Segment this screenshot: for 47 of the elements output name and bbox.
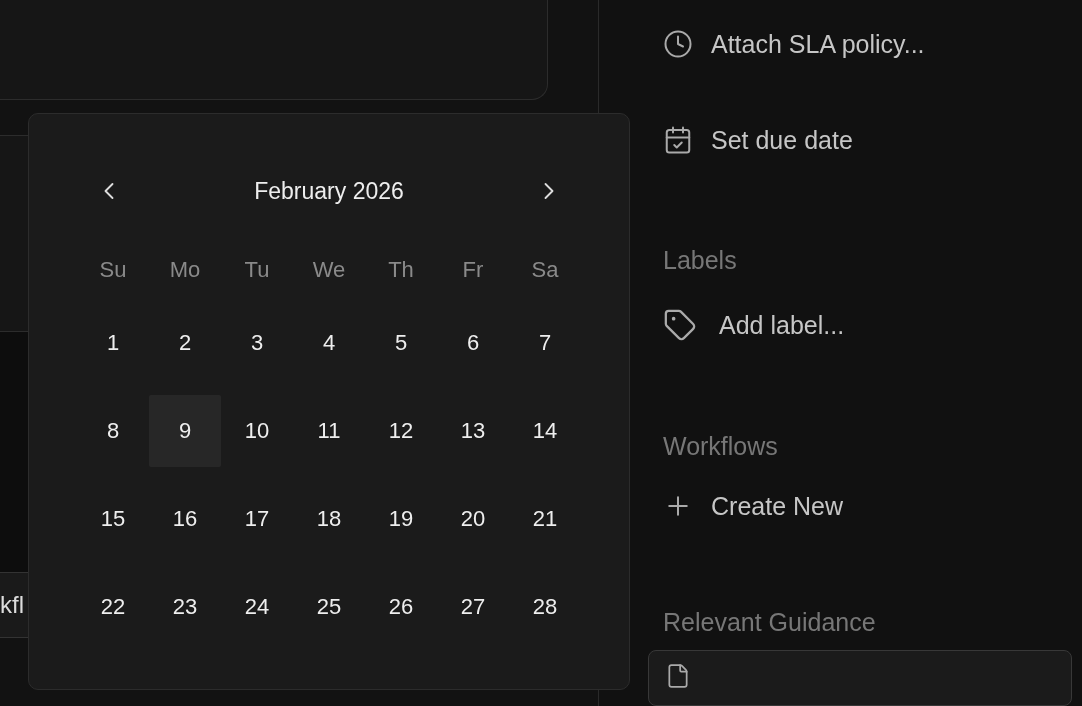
calendar-day[interactable]: 3 xyxy=(221,307,293,379)
sidebar-action[interactable]: Add label... xyxy=(663,308,1072,342)
calendar-day[interactable]: 8 xyxy=(77,395,149,467)
weekday-label: Mo xyxy=(168,256,202,284)
calendar-day[interactable]: 18 xyxy=(293,483,365,555)
calendar-day[interactable]: 28 xyxy=(509,571,581,643)
calendar-day[interactable]: 23 xyxy=(149,571,221,643)
calendar-day[interactable]: 10 xyxy=(221,395,293,467)
calendar-day[interactable]: 5 xyxy=(365,307,437,379)
clock-icon xyxy=(663,29,693,59)
calendar-day[interactable]: 7 xyxy=(509,307,581,379)
calendar-day[interactable]: 6 xyxy=(437,307,509,379)
calendar-day[interactable]: 24 xyxy=(221,571,293,643)
tag-icon xyxy=(663,308,697,342)
section-heading: Relevant Guidance xyxy=(663,607,877,637)
weekday-label: We xyxy=(311,256,347,284)
calendar-day[interactable]: 11 xyxy=(293,395,365,467)
calendar-icon xyxy=(663,125,693,155)
weekday-label: Th xyxy=(387,256,415,284)
calendar-day[interactable]: 13 xyxy=(437,395,509,467)
calendar-day[interactable]: 27 xyxy=(437,571,509,643)
calendar-day[interactable]: 9 xyxy=(149,395,221,467)
section-heading: Labels xyxy=(663,245,738,275)
calendar-day[interactable]: 26 xyxy=(365,571,437,643)
document-icon xyxy=(665,663,691,689)
sidebar-action[interactable]: Attach SLA policy... xyxy=(663,28,1072,60)
sidebar-action[interactable]: Set due date xyxy=(663,124,1072,156)
calendar-day[interactable]: 21 xyxy=(509,483,581,555)
calendar-day[interactable]: 25 xyxy=(293,571,365,643)
calendar-day[interactable]: 15 xyxy=(77,483,149,555)
month-title: February 2026 xyxy=(254,177,404,205)
calendar-day[interactable]: 20 xyxy=(437,483,509,555)
calendar-day[interactable]: 19 xyxy=(365,483,437,555)
calendar-day[interactable]: 22 xyxy=(77,571,149,643)
calendar-day[interactable]: 14 xyxy=(509,395,581,467)
calendar-day[interactable]: 1 xyxy=(77,307,149,379)
section-heading: Workflows xyxy=(663,431,779,461)
sidebar-action[interactable]: Create New xyxy=(663,490,1072,522)
calendar-day[interactable]: 2 xyxy=(149,307,221,379)
weekday-label: Fr xyxy=(461,256,485,284)
weekday-label: Sa xyxy=(530,256,560,284)
weekday-label: Tu xyxy=(243,256,271,284)
calendar-day[interactable]: 16 xyxy=(149,483,221,555)
calendar-day[interactable]: 4 xyxy=(293,307,365,379)
calendar-day[interactable]: 12 xyxy=(365,395,437,467)
weekday-label: Su xyxy=(98,256,128,284)
calendar-day[interactable]: 17 xyxy=(221,483,293,555)
